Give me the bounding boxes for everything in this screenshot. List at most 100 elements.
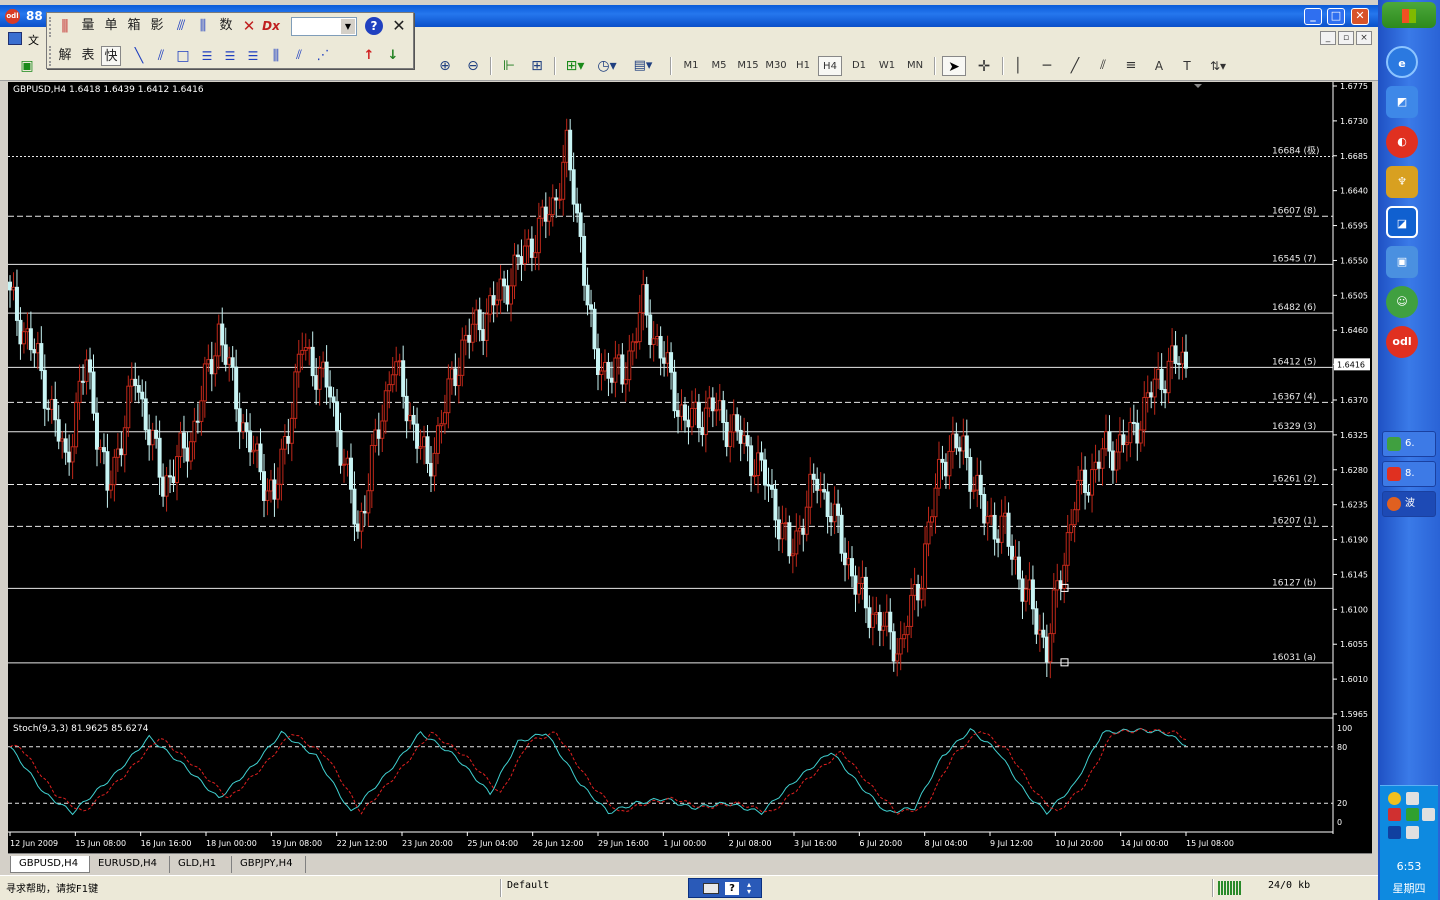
close-button[interactable]: ✕ [1351, 8, 1369, 25]
browser-icon[interactable]: ◩ [1386, 86, 1418, 118]
arrows-icon[interactable]: ⇅▾ [1204, 56, 1232, 76]
keyboard-icon[interactable] [703, 883, 719, 894]
cursor-icon[interactable]: ➤ [942, 56, 966, 76]
help-icon[interactable]: ? [365, 17, 383, 35]
candle-bull [227, 357, 232, 365]
parallel-tool-icon[interactable]: ⫽ [151, 46, 171, 66]
toolbar-grip[interactable] [49, 17, 53, 37]
tab-eurusd-h4[interactable]: EURUSD,H4 [90, 856, 170, 873]
rectangle-tool-icon[interactable]: □ [173, 46, 193, 66]
cross-tool-icon[interactable]: ✕ [239, 16, 259, 36]
tf-d1-button[interactable]: D1 [847, 56, 871, 76]
tool-icon[interactable]: ♆ [1386, 166, 1418, 198]
chart-shift-icon[interactable]: ⊩ [498, 56, 520, 76]
display-icon[interactable] [1388, 826, 1401, 839]
tab-gld-h1[interactable]: GLD,H1 [170, 856, 232, 873]
tab-gbpusd-h4[interactable]: GBPUSD,H4 [10, 856, 90, 873]
candle-bull [909, 594, 914, 627]
shadow-button[interactable]: 影 [147, 16, 167, 36]
ie-icon[interactable]: e [1386, 46, 1418, 78]
tf-m30-button[interactable]: M30 [762, 56, 790, 76]
volume-icon[interactable] [1422, 808, 1435, 821]
vertical-line-icon[interactable]: │ [1008, 56, 1028, 76]
app-icon[interactable]: odl [5, 9, 20, 24]
task-item[interactable]: 8. [1382, 461, 1436, 487]
app-icon[interactable]: ◪ [1386, 206, 1418, 238]
new-chart-icon[interactable]: ▣ [14, 56, 40, 76]
fibonacci-icon[interactable]: ≡ [1120, 56, 1142, 76]
ime-tray-icon[interactable] [1406, 826, 1419, 839]
mdi-restore-button[interactable]: ▫ [1338, 31, 1354, 45]
number-button[interactable]: 数 [216, 16, 236, 36]
antivirus-icon[interactable] [1388, 808, 1401, 821]
indicators-icon[interactable]: ⊞▾ [562, 56, 588, 76]
gann-tool-icon[interactable]: ⫽ [289, 46, 309, 66]
line-style-combo[interactable]: ▼ [291, 17, 357, 36]
clock-time[interactable]: 6:53 [1380, 860, 1438, 873]
candle-bull [98, 447, 103, 450]
tab-gbpjpy-h4[interactable]: GBPJPY,H4 [232, 856, 306, 873]
zoom-out-icon[interactable]: ⊖ [462, 56, 484, 76]
order-button[interactable]: 单 [101, 16, 121, 36]
network-icon[interactable] [1406, 792, 1419, 805]
volume-button[interactable]: 量 [78, 16, 98, 36]
line-tool-icon[interactable]: ╲ [129, 46, 149, 66]
close-toolbar-icon[interactable]: ✕ [389, 16, 409, 36]
start-button[interactable] [1382, 2, 1436, 28]
security-icon[interactable] [1406, 808, 1419, 821]
histogram-tool-icon[interactable]: ⫼ [193, 16, 213, 36]
msn-icon[interactable]: ☺ [1386, 286, 1418, 318]
tf-mn-button[interactable]: MN [902, 56, 928, 76]
tf-h4-button[interactable]: H4 [818, 56, 842, 76]
trendline-icon[interactable]: ╱ [1064, 56, 1086, 76]
task-item-active[interactable]: 波 [1382, 491, 1436, 517]
templates-icon[interactable]: ▤▾ [628, 56, 658, 76]
ime-menu-icon[interactable]: ▴ ▾ [747, 881, 751, 896]
analyze-button[interactable]: 解 [55, 46, 75, 66]
ime-bar[interactable]: ? ▴ ▾ [688, 878, 762, 898]
channel-icon[interactable]: ⫽ [1092, 56, 1114, 76]
table-button[interactable]: 表 [78, 46, 98, 66]
quick-button[interactable]: 快 [101, 46, 121, 66]
doc-icon[interactable] [8, 32, 22, 45]
maximize-button[interactable]: □ [1327, 8, 1345, 25]
zoom-in-icon[interactable]: ⊕ [434, 56, 456, 76]
combo-dropdown-icon[interactable]: ▼ [341, 19, 355, 34]
toolbar-grip[interactable] [49, 46, 53, 66]
tf-h1-button[interactable]: H1 [791, 56, 815, 76]
tf-m1-button[interactable]: M1 [679, 56, 703, 76]
autoscroll-icon[interactable]: ⊞ [526, 56, 548, 76]
fan-tool-icon[interactable]: ⋰ [313, 46, 333, 66]
help-mini-icon[interactable]: ? [725, 882, 739, 895]
horizontal-line-icon[interactable]: ─ [1036, 56, 1058, 76]
task-item[interactable]: 6. [1382, 431, 1436, 457]
chart-panel[interactable]: 1.6775 1.6730 1.6685 1.6640 1.6595 1.6550 1.65… [8, 82, 1372, 853]
tf-w1-button[interactable]: W1 [875, 56, 899, 76]
mdi-close-button[interactable]: × [1356, 31, 1372, 45]
cycle-lines-tool-icon[interactable]: ⫼ [266, 46, 286, 66]
menu-item-file[interactable]: 文 [28, 32, 39, 48]
odl-icon[interactable]: ◐ [1386, 126, 1418, 158]
fib-ext-tool-icon[interactable]: ☰ [220, 46, 240, 66]
box-button[interactable]: 箱 [124, 16, 144, 36]
minimize-button[interactable]: _ [1304, 8, 1322, 25]
tf-m5-button[interactable]: M5 [707, 56, 731, 76]
arrow-down-icon[interactable]: ↓ [383, 46, 403, 66]
candle-tool-icon[interactable]: ⫼ [55, 16, 75, 36]
periods-icon[interactable]: ◷▾ [594, 56, 620, 76]
fib-time-tool-icon[interactable]: ☰ [243, 46, 263, 66]
crosshair-icon[interactable]: ✛ [972, 56, 996, 76]
qq-icon[interactable] [1388, 792, 1401, 805]
text-icon[interactable]: A [1148, 56, 1170, 76]
tf-m15-button[interactable]: M15 [734, 56, 762, 76]
fib-retrace-tool-icon[interactable]: ☰ [197, 46, 217, 66]
bar-chart-tool-icon[interactable]: ⫻ [171, 16, 191, 36]
odl2-icon[interactable]: odl [1386, 326, 1418, 358]
dx-tool-icon[interactable]: Dx [261, 16, 281, 36]
mdi-minimize-button[interactable]: _ [1320, 31, 1336, 45]
price-chart[interactable]: 1.6775 1.6730 1.6685 1.6640 1.6595 1.6550 1.65… [8, 82, 1372, 853]
candle-bear [1006, 512, 1011, 547]
window-icon[interactable]: ▣ [1386, 246, 1418, 278]
arrow-up-icon[interactable]: ↑ [359, 46, 379, 66]
text-label-icon[interactable]: T [1176, 56, 1198, 76]
